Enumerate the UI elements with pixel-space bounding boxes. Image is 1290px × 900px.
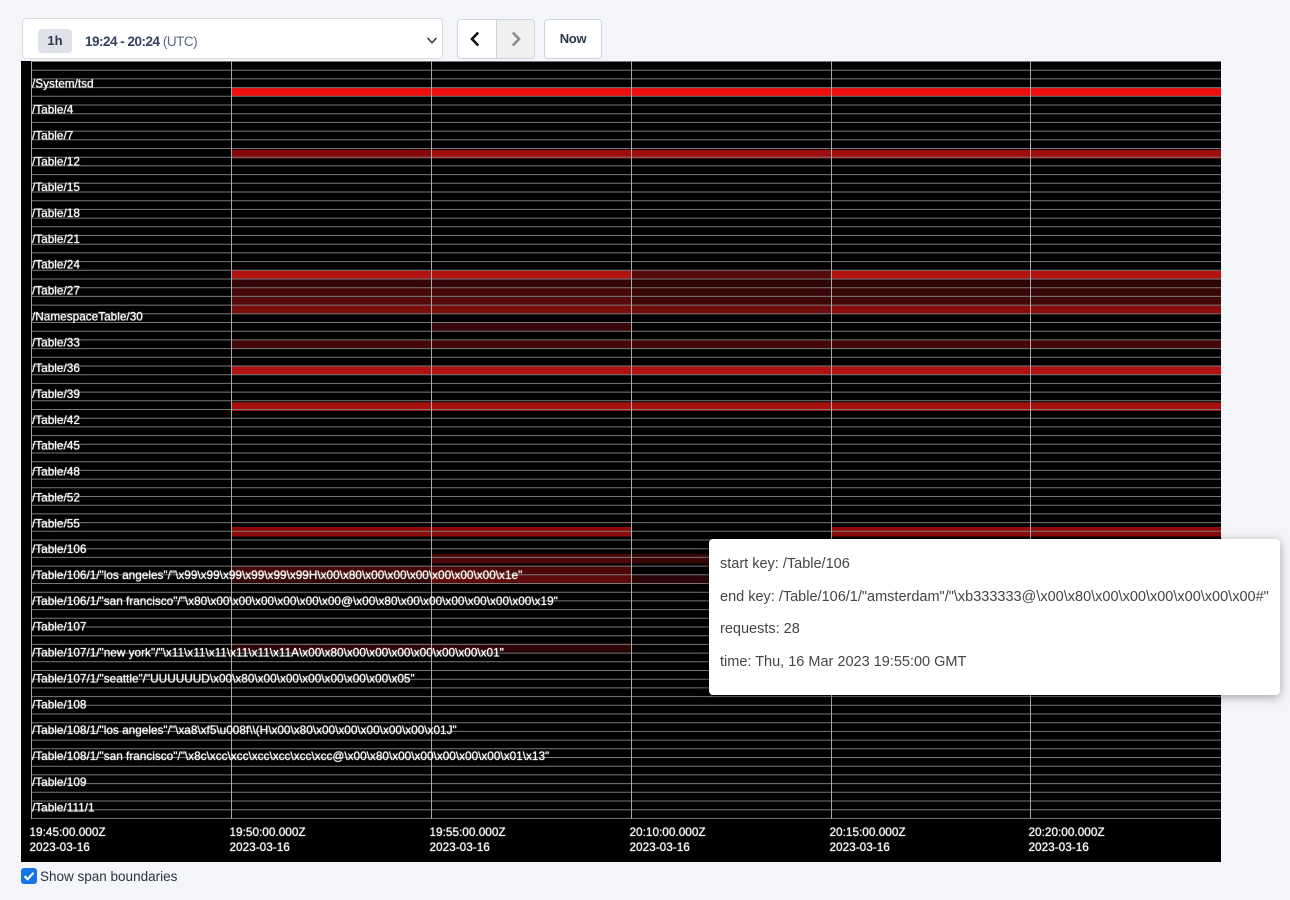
svg-text:2023-03-16: 2023-03-16: [230, 840, 291, 854]
svg-text:/Table/4: /Table/4: [32, 103, 74, 117]
svg-text:/Table/108/1/"san francisco"/": /Table/108/1/"san francisco"/"\x8c\xcc\x…: [32, 749, 549, 763]
svg-text:/Table/36: /Table/36: [32, 361, 80, 375]
svg-text:/Table/7: /Table/7: [32, 128, 73, 142]
svg-text:/Table/55: /Table/55: [32, 516, 80, 530]
svg-text:2023-03-16: 2023-03-16: [1029, 840, 1090, 854]
svg-text:2023-03-16: 2023-03-16: [630, 840, 691, 854]
svg-text:/Table/18: /Table/18: [32, 206, 80, 220]
svg-text:20:15:00.000Z: 20:15:00.000Z: [830, 825, 906, 839]
svg-text:/Table/106: /Table/106: [32, 542, 87, 556]
svg-text:2023-03-16: 2023-03-16: [430, 840, 491, 854]
svg-text:/Table/108/1/"los angeles"/"\x: /Table/108/1/"los angeles"/"\xa8\xf5\u00…: [32, 723, 457, 737]
svg-text:/Table/48: /Table/48: [32, 465, 80, 479]
svg-text:19:45:00.000Z: 19:45:00.000Z: [30, 825, 106, 839]
svg-text:/Table/106/1/"san francisco"/": /Table/106/1/"san francisco"/"\x80\x00\x…: [32, 594, 558, 608]
svg-text:/Table/111/1: /Table/111/1: [32, 801, 95, 815]
svg-text:/Table/107: /Table/107: [32, 620, 86, 634]
svg-text:2023-03-16: 2023-03-16: [30, 840, 91, 854]
svg-text:19:55:00.000Z: 19:55:00.000Z: [430, 825, 506, 839]
svg-text:2023-03-16: 2023-03-16: [830, 840, 891, 854]
svg-text:/NamespaceTable/30: /NamespaceTable/30: [32, 309, 143, 323]
svg-text:/Table/24: /Table/24: [32, 258, 80, 272]
svg-text:/Table/27: /Table/27: [32, 284, 80, 298]
svg-text:/Table/107/1/"seattle"/"UUUUUU: /Table/107/1/"seattle"/"UUUUUUD\x00\x80\…: [32, 671, 415, 685]
svg-text:/Table/107/1/"new york"/"\x11\: /Table/107/1/"new york"/"\x11\x11\x11\x1…: [32, 646, 504, 660]
svg-text:/Table/33: /Table/33: [32, 335, 80, 349]
svg-text:20:10:00.000Z: 20:10:00.000Z: [630, 825, 706, 839]
svg-text:/Table/42: /Table/42: [32, 413, 80, 427]
svg-text:/Table/45: /Table/45: [32, 439, 80, 453]
svg-text:/Table/52: /Table/52: [32, 490, 80, 504]
svg-text:/Table/108: /Table/108: [32, 697, 87, 711]
svg-text:/Table/12: /Table/12: [32, 154, 80, 168]
svg-text:/System/tsd: /System/tsd: [32, 77, 94, 91]
svg-text:20:20:00.000Z: 20:20:00.000Z: [1029, 825, 1105, 839]
svg-text:/Table/109: /Table/109: [32, 775, 86, 789]
svg-text:19:50:00.000Z: 19:50:00.000Z: [230, 825, 306, 839]
svg-text:/Table/21: /Table/21: [32, 232, 80, 246]
svg-text:/Table/106/1/"los angeles"/"\x: /Table/106/1/"los angeles"/"\x99\x99\x99…: [32, 568, 522, 582]
svg-text:/Table/39: /Table/39: [32, 387, 80, 401]
svg-text:/Table/15: /Table/15: [32, 180, 80, 194]
